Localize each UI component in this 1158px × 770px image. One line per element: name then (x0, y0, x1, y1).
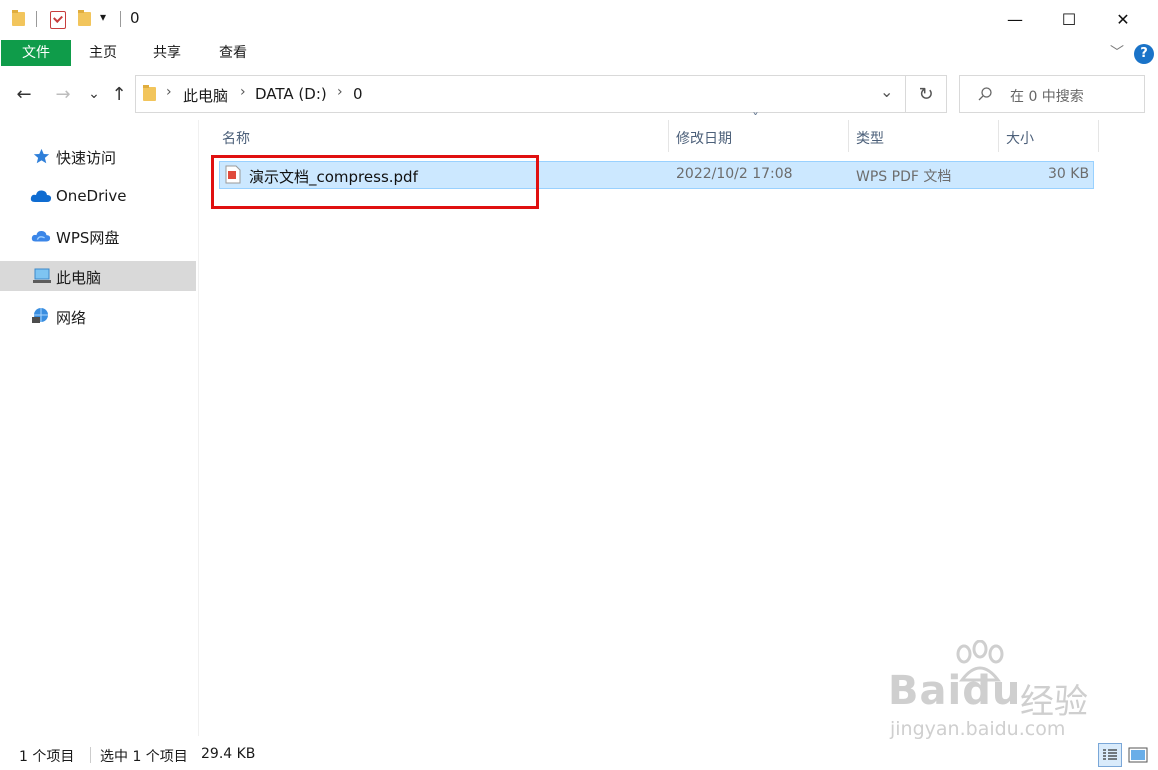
search-icon (978, 87, 992, 101)
tab-view[interactable]: 查看 (211, 40, 255, 66)
column-divider[interactable] (1098, 120, 1099, 152)
column-header-modified[interactable]: 修改日期 (676, 128, 732, 148)
properties-icon[interactable] (50, 11, 66, 29)
pane-divider[interactable] (198, 120, 199, 736)
sidebar-item-label: WPS网盘 (56, 229, 120, 247)
network-icon (32, 308, 48, 323)
sidebar-item-quick-access[interactable]: 快速访问 (0, 141, 196, 171)
breadcrumb-separator-icon: › (337, 84, 343, 100)
sidebar-item-this-pc[interactable]: 此电脑 (0, 261, 196, 291)
sidebar-item-onedrive[interactable]: OneDrive (0, 181, 196, 211)
file-type: WPS PDF 文档 (856, 169, 952, 185)
status-selection-size: 29.4 KB (201, 746, 256, 762)
minimize-button[interactable]: — (992, 0, 1038, 38)
close-button[interactable]: ✕ (1100, 0, 1146, 38)
status-selection: 选中 1 个项目 (100, 749, 188, 765)
separator (90, 747, 91, 763)
separator (120, 11, 121, 27)
column-divider[interactable] (998, 120, 999, 152)
watermark-brand: Baidu (888, 668, 1022, 714)
forward-button[interactable]: → (52, 83, 74, 105)
breadcrumb-folder-0[interactable]: 0 (353, 85, 363, 103)
breadcrumb-this-pc[interactable]: 此电脑 (183, 85, 228, 106)
new-folder-icon[interactable] (78, 10, 91, 26)
address-bar[interactable] (135, 75, 906, 113)
watermark-url: jingyan.baidu.com (890, 718, 1066, 740)
separator (36, 11, 37, 27)
sidebar-item-label: 网络 (56, 309, 87, 327)
help-button[interactable]: ? (1134, 44, 1154, 64)
breadcrumb-data-drive[interactable]: DATA (D:) (255, 85, 327, 103)
tab-share[interactable]: 共享 (145, 40, 189, 66)
computer-icon (33, 268, 51, 283)
column-header-type[interactable]: 类型 (856, 128, 884, 148)
cloud-icon (30, 190, 52, 202)
window-title: 0 (130, 9, 140, 27)
tab-home[interactable]: 主页 (81, 40, 125, 66)
file-modified-date: 2022/10/2 17:08 (676, 166, 793, 182)
back-button[interactable]: ← (13, 83, 35, 105)
breadcrumb-separator-icon: › (166, 84, 172, 100)
column-header-name[interactable]: 名称 (222, 128, 250, 148)
folder-icon (12, 10, 25, 26)
sidebar-item-wps-cloud[interactable]: WPS网盘 (0, 221, 196, 251)
up-button[interactable]: ↑ (108, 83, 130, 105)
maximize-button[interactable]: ☐ (1046, 0, 1092, 38)
watermark-suffix: 经验 (1020, 682, 1088, 722)
annotation-highlight-box (211, 155, 539, 209)
search-placeholder: 在 0 中搜索 (1010, 89, 1084, 105)
folder-icon (143, 85, 156, 101)
sort-indicator-icon: ˇ (752, 112, 759, 128)
file-size: 30 KB (1048, 166, 1090, 182)
sidebar-item-label: OneDrive (56, 187, 127, 205)
recent-locations-button[interactable]: ⌄ (83, 83, 105, 105)
sidebar-item-label: 快速访问 (56, 149, 117, 167)
tab-file[interactable]: 文件 (1, 40, 71, 66)
watermark: Baidu 经验 jingyan.baidu.com (888, 640, 1118, 750)
wps-cloud-icon (31, 230, 51, 242)
star-icon (33, 148, 50, 164)
breadcrumb-separator-icon: › (240, 84, 246, 100)
title-bar: ▾ 0 — ☐ ✕ (0, 0, 1158, 38)
column-divider[interactable] (668, 120, 669, 152)
column-divider[interactable] (848, 120, 849, 152)
address-dropdown-icon[interactable]: ⌄ (880, 82, 893, 101)
column-header-size[interactable]: 大小 (1006, 128, 1034, 148)
status-item-count: 1 个项目 (19, 749, 75, 765)
quick-access-dropdown-icon[interactable]: ▾ (100, 10, 106, 24)
refresh-button[interactable]: ↻ (906, 75, 947, 113)
large-icons-view-button[interactable] (1128, 745, 1148, 765)
sidebar-item-label: 此电脑 (56, 269, 102, 287)
expand-ribbon-icon[interactable]: ﹀ (1110, 42, 1124, 62)
sidebar-item-network[interactable]: 网络 (0, 301, 196, 331)
details-view-icon (1103, 749, 1117, 760)
